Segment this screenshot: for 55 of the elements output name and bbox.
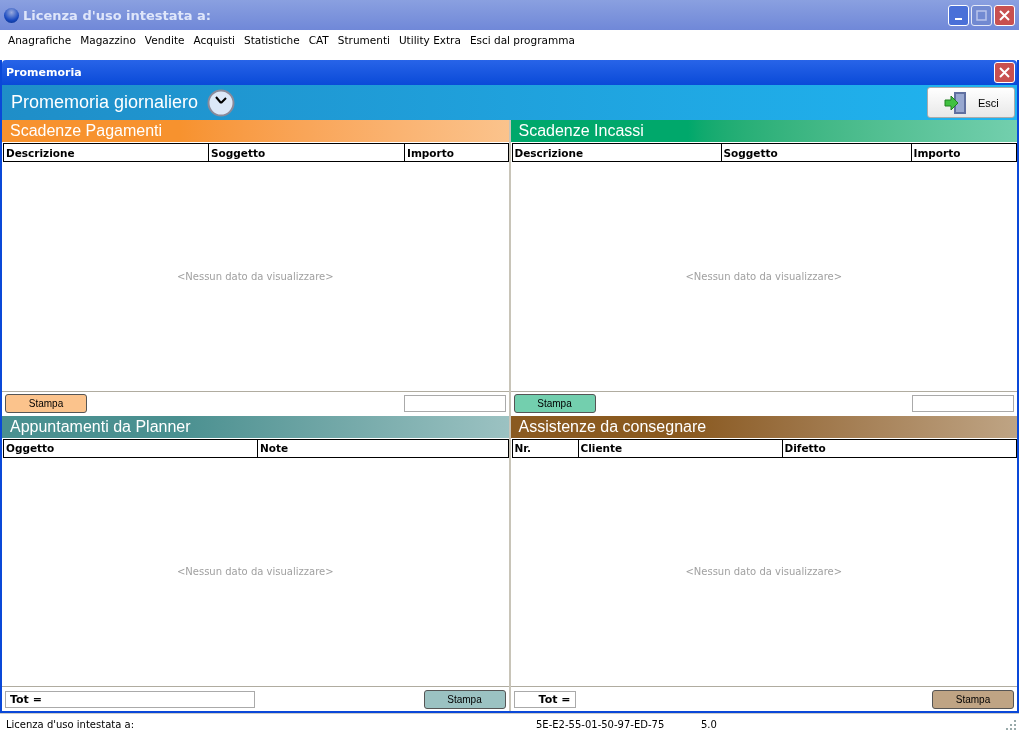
close-button[interactable] xyxy=(994,62,1015,83)
column-header[interactable]: Difetto xyxy=(782,439,1016,457)
column-header[interactable]: Oggetto xyxy=(4,439,258,457)
menu-item[interactable]: Utility Extra xyxy=(398,34,461,46)
window-title: Promemoria xyxy=(6,66,82,79)
menu-item[interactable]: Esci dal programma xyxy=(469,34,575,46)
print-button[interactable]: Stampa xyxy=(932,689,1014,709)
version-label: 5.0 xyxy=(701,719,717,730)
column-header[interactable]: Nr. xyxy=(512,439,579,457)
input-field[interactable] xyxy=(912,395,1014,412)
clock-icon xyxy=(207,88,236,117)
empty-message: <Nessun dato da visualizzare> xyxy=(176,270,334,282)
minimize-button[interactable] xyxy=(948,4,969,26)
page-title: Promemoria giornaliero xyxy=(11,92,199,113)
column-header[interactable]: Note xyxy=(258,439,508,457)
exit-button[interactable]: Esci xyxy=(927,87,1015,118)
column-header[interactable]: Importo xyxy=(911,144,1016,161)
column-header[interactable]: Descrizione xyxy=(4,144,209,161)
print-button[interactable]: Stampa xyxy=(423,689,506,709)
empty-message: <Nessun dato da visualizzare> xyxy=(685,566,843,578)
empty-message: <Nessun dato da visualizzare> xyxy=(176,566,334,578)
column-header[interactable]: Cliente xyxy=(578,439,783,457)
close-icon xyxy=(999,67,1010,78)
empty-message: <Nessun dato da visualizzare> xyxy=(685,270,843,282)
menu-item[interactable]: Statistiche xyxy=(244,34,300,46)
menu-item[interactable]: Magazzino xyxy=(80,34,136,46)
close-button[interactable] xyxy=(994,4,1015,26)
section-header: Assistenze da consegnare xyxy=(510,415,1017,438)
input-field[interactable] xyxy=(403,395,506,412)
section-header: Scadenze Incassi xyxy=(510,120,1017,142)
menu-item[interactable]: CAT xyxy=(308,34,329,46)
menu-item[interactable]: Acquisti xyxy=(193,34,235,46)
column-header[interactable]: Descrizione xyxy=(512,144,722,161)
maximize-icon xyxy=(976,9,987,21)
close-icon xyxy=(999,9,1010,21)
menu-item[interactable]: Anagrafiche xyxy=(8,34,72,46)
door-exit-icon xyxy=(944,90,968,115)
window-title: Licenza d'uso intestata a: xyxy=(23,7,212,23)
menu-item[interactable]: Strumenti xyxy=(337,34,390,46)
column-header[interactable]: Soggetto xyxy=(721,144,912,161)
section-header: Appuntamenti da Planner xyxy=(2,415,509,438)
resize-grip-icon xyxy=(1006,719,1016,730)
section-header: Scadenze Pagamenti xyxy=(2,120,509,142)
print-button[interactable]: Stampa xyxy=(513,394,596,413)
column-header[interactable]: Importo xyxy=(405,144,508,161)
total-field: Tot = xyxy=(5,690,255,708)
minimize-icon xyxy=(955,18,962,20)
maximize-button[interactable] xyxy=(971,4,992,26)
license-code: 5E-E2-55-01-50-97-ED-75 xyxy=(536,719,666,730)
total-field: Tot = xyxy=(513,690,576,708)
print-button[interactable]: Stampa xyxy=(5,394,87,413)
column-header[interactable]: Soggetto xyxy=(209,144,405,161)
app-icon xyxy=(4,7,19,23)
license-label: Licenza d'uso intestata a: xyxy=(6,719,135,730)
menu-item[interactable]: Vendite xyxy=(144,34,185,46)
